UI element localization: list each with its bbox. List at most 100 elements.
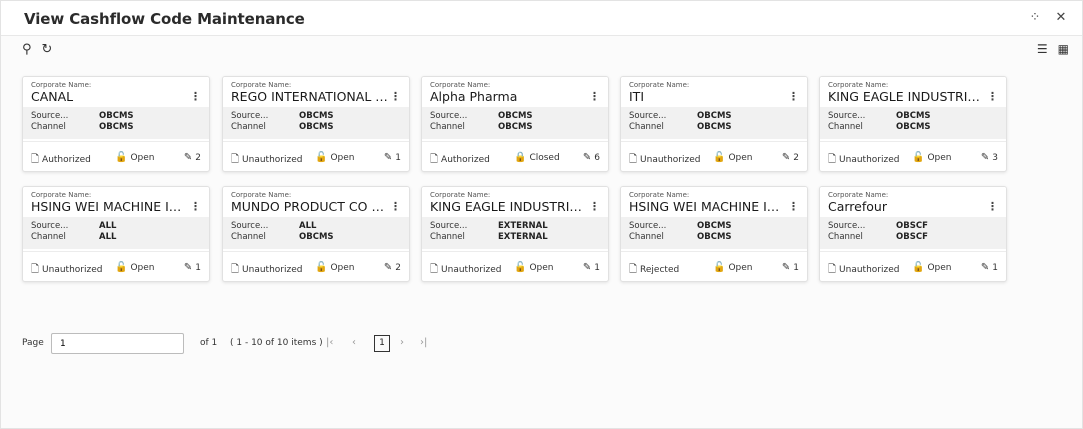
search-icon[interactable]: ⚲	[22, 42, 32, 57]
last-page-icon[interactable]: ›|	[420, 337, 427, 348]
toolbar: ⚲ ↻ ☰ ▦	[1, 40, 1082, 62]
channel-value: OBCMS	[99, 122, 134, 132]
corporate-name-label: Corporate Name:	[231, 191, 292, 199]
source-row: Source... OBCMS	[629, 111, 732, 121]
card-header: Corporate Name: ITI ⋮	[621, 77, 807, 105]
corporate-card[interactable]: Corporate Name: ITI ⋮ Source... OBCMS Channel…	[620, 76, 808, 172]
lock-status: 🔓 Open	[315, 262, 355, 273]
more-options-icon[interactable]: ⋮	[788, 90, 799, 103]
window-controls: ⁘ ✕	[1028, 11, 1068, 25]
auth-status: 🗋 Unauthorized	[629, 152, 700, 169]
channel-value: OBCMS	[896, 122, 931, 132]
current-page-button[interactable]: 1	[374, 335, 390, 352]
more-options-icon[interactable]: ⋮	[390, 200, 401, 213]
auth-status-text: Unauthorized	[42, 265, 103, 275]
source-value: ALL	[99, 221, 117, 231]
more-options-icon[interactable]: ⋮	[987, 200, 998, 213]
source-label: Source...	[31, 111, 69, 121]
lock-status: 🔓 Open	[713, 262, 753, 273]
more-options-icon[interactable]: ⋮	[390, 90, 401, 103]
channel-value: OBCMS	[299, 232, 334, 242]
card-header: Corporate Name: CANAL ⋮	[23, 77, 209, 105]
edit-icon: ✎	[183, 262, 193, 273]
collapse-icon[interactable]: ⁘	[1028, 11, 1042, 25]
more-options-icon[interactable]: ⋮	[788, 200, 799, 213]
modification-count: ✎ 2	[184, 152, 201, 163]
lock-status: 🔒 Closed	[514, 152, 560, 163]
edit-icon: ✎	[980, 262, 990, 273]
source-value: OBCMS	[697, 111, 732, 121]
channel-value: EXTERNAL	[498, 232, 548, 242]
edit-icon: ✎	[781, 152, 791, 163]
lock-icon: 🔓	[912, 262, 925, 273]
auth-status: 🗋 Authorized	[31, 152, 91, 169]
auth-status: 🗋 Unauthorized	[31, 262, 102, 279]
page-label: Page	[22, 338, 44, 348]
channel-label: Channel	[31, 122, 66, 132]
document-icon: 🗋	[231, 264, 240, 275]
more-options-icon[interactable]: ⋮	[987, 90, 998, 103]
card-header: Corporate Name: KING EAGLE INDUSTRIAL ...…	[422, 187, 608, 215]
auth-status-text: Authorized	[441, 155, 490, 165]
corporate-card[interactable]: Corporate Name: REGO INTERNATIONAL C... ⋮ S…	[222, 76, 410, 172]
corporate-card[interactable]: Corporate Name: KING EAGLE INDUSTRIAL ...…	[819, 76, 1007, 172]
corporate-name: REGO INTERNATIONAL C...	[231, 89, 389, 104]
channel-row: Channel OBCMS	[629, 232, 732, 242]
toolbar-right: ☰ ▦	[1037, 42, 1069, 56]
channel-row: Channel ALL	[31, 232, 116, 242]
corporate-name-label: Corporate Name:	[629, 191, 690, 199]
modification-count: ✎ 3	[981, 152, 998, 163]
more-options-icon[interactable]: ⋮	[190, 90, 201, 103]
toolbar-left: ⚲ ↻	[22, 42, 52, 57]
source-row: Source... OBCMS	[31, 111, 134, 121]
auth-status-text: Unauthorized	[242, 265, 303, 275]
card-details: Source... OBCMS Channel OBCMS	[23, 107, 209, 139]
more-options-icon[interactable]: ⋮	[589, 90, 600, 103]
more-options-icon[interactable]: ⋮	[190, 200, 201, 213]
corporate-card[interactable]: Corporate Name: HSING WEI MACHINE IND... ⋮…	[22, 186, 210, 282]
list-view-icon[interactable]: ☰	[1037, 42, 1048, 56]
modification-count-text: 3	[992, 153, 998, 163]
auth-status-text: Unauthorized	[242, 155, 303, 165]
card-footer: 🗋 Unauthorized 🔓 Open ✎ 3	[820, 141, 1006, 171]
grid-view-icon[interactable]: ▦	[1058, 42, 1069, 56]
corporate-card[interactable]: Corporate Name: Alpha Pharma ⋮ Source... OBC…	[421, 76, 609, 172]
prev-page-icon[interactable]: ‹	[352, 337, 356, 348]
more-options-icon[interactable]: ⋮	[589, 200, 600, 213]
channel-row: Channel OBCMS	[828, 122, 931, 132]
corporate-card[interactable]: Corporate Name: Carrefour ⋮ Source... OBSCF C…	[819, 186, 1007, 282]
modification-count-text: 1	[594, 263, 600, 273]
corporate-name-label: Corporate Name:	[828, 81, 889, 89]
auth-status: 🗋 Unauthorized	[430, 262, 501, 279]
source-row: Source... OBCMS	[231, 111, 334, 121]
source-row: Source... OBCMS	[430, 111, 533, 121]
auth-status: 🗋 Unauthorized	[231, 262, 302, 279]
document-icon: 🗋	[31, 154, 40, 165]
lock-status-text: Open	[728, 263, 753, 273]
card-details: Source... OBCMS Channel OBCMS	[223, 107, 409, 139]
page-title: View Cashflow Code Maintenance	[24, 10, 305, 28]
first-page-icon[interactable]: |‹	[326, 337, 333, 348]
close-icon[interactable]: ✕	[1054, 11, 1068, 25]
corporate-card[interactable]: Corporate Name: CANAL ⋮ Source... OBCMS Chann…	[22, 76, 210, 172]
refresh-icon[interactable]: ↻	[42, 42, 53, 57]
channel-value: ALL	[99, 232, 117, 242]
corporate-card[interactable]: Corporate Name: MUNDO PRODUCT CO LTD ⋮ Sour…	[222, 186, 410, 282]
lock-status: 🔓 Open	[912, 262, 952, 273]
lock-icon: 🔓	[713, 152, 726, 163]
lock-status-text: Closed	[529, 153, 560, 163]
corporate-card[interactable]: Corporate Name: KING EAGLE INDUSTRIAL ...…	[421, 186, 609, 282]
card-footer: 🗋 Unauthorized 🔓 Open ✎ 2	[223, 251, 409, 281]
source-label: Source...	[231, 111, 269, 121]
page-input[interactable]	[51, 333, 184, 354]
source-label: Source...	[629, 221, 667, 231]
corporate-name: KING EAGLE INDUSTRIAL ...	[430, 199, 588, 214]
lock-status: 🔓 Open	[514, 262, 554, 273]
modification-count: ✎ 1	[981, 262, 998, 273]
modification-count-text: 1	[793, 263, 799, 273]
source-label: Source...	[231, 221, 269, 231]
card-details: Source... OBCMS Channel OBCMS	[621, 107, 807, 139]
auth-status-text: Unauthorized	[441, 265, 502, 275]
next-page-icon[interactable]: ›	[400, 337, 404, 348]
corporate-card[interactable]: Corporate Name: HSING WEI MACHINE IND... ⋮…	[620, 186, 808, 282]
